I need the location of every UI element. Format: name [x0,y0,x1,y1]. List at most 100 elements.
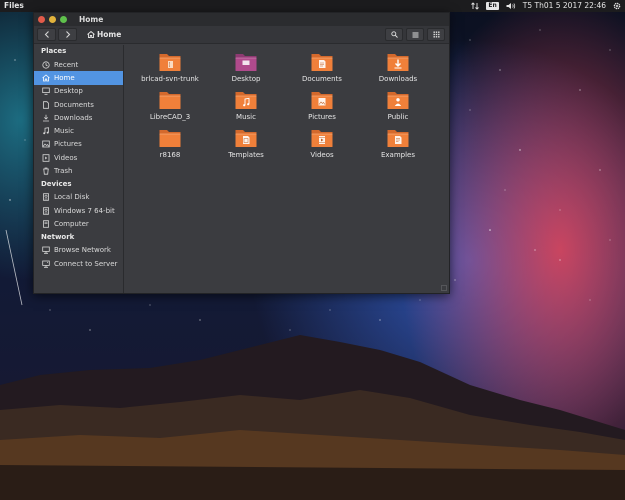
window-body: Places Recent Home Desktop Documents Downloa… [34,45,449,293]
sidebar-item-label: Pictures [54,140,82,149]
sidebar-item-music[interactable]: Music [34,124,123,137]
keyboard-layout-indicator[interactable]: En [486,0,499,12]
sidebar-item-label: Browse Network [54,246,111,255]
chevron-left-icon [44,31,49,38]
file-label: Music [236,113,256,121]
network-icon [42,246,50,254]
file-item-music[interactable]: Music [208,89,284,127]
sidebar-item-label: Downloads [54,113,93,122]
sidebar-item-pictures[interactable]: Pictures [34,138,123,151]
file-label: Templates [228,151,264,159]
sidebar-item-label: Windows 7 64-bit [54,206,115,215]
menu-button[interactable] [406,28,424,41]
sidebar-item-label: Trash [54,167,73,176]
sidebar: Places Recent Home Desktop Documents Downloa… [34,45,124,293]
sidebar-item-local-disk[interactable]: Local Disk [34,191,123,204]
sidebar-item-windows-7-64-bit[interactable]: Windows 7 64-bit [34,204,123,217]
clock[interactable]: T5 Th01 5 2017 22:46 [523,0,606,12]
sidebar-item-trash[interactable]: Trash [34,164,123,177]
file-label: Documents [302,75,342,83]
file-view[interactable]: brlcad-svn-trunk Desktop Documents Download… [124,45,449,293]
window-maximize-button[interactable] [60,16,67,23]
sidebar-item-label: Local Disk [54,193,90,202]
path-label: Home [97,30,122,39]
sidebar-item-home[interactable]: Home [34,71,123,85]
mountain-range [0,335,625,500]
network-arrows-icon[interactable] [471,0,480,12]
sidebar-item-label: Connect to Server [54,259,118,268]
sidebar-item-label: Music [54,127,74,136]
path-bar-home-button[interactable]: Home [87,30,121,39]
sidebar-item-connect-to-server[interactable]: Connect to Server [34,257,123,270]
window-minimize-button[interactable] [49,16,56,23]
devices-list: Local Disk Windows 7 64-bit Computer [34,191,123,231]
document-icon [42,100,50,109]
folder-templates-icon [234,127,258,149]
sidebar-item-documents[interactable]: Documents [34,98,123,111]
file-item-documents[interactable]: Documents [284,51,360,89]
sidebar-item-label: Documents [54,100,94,109]
file-label: brlcad-svn-trunk [141,75,199,83]
disk-icon [42,193,50,202]
folder-public-icon [386,89,410,111]
sidebar-item-recent[interactable]: Recent [34,58,123,71]
chevron-right-icon [65,31,70,38]
desktop-icon [42,87,50,95]
sidebar-item-desktop[interactable]: Desktop [34,85,123,98]
window-close-button[interactable] [38,16,45,23]
home-icon [42,74,50,82]
file-item-templates[interactable]: Templates [208,127,284,165]
file-label: Pictures [308,113,336,121]
computer-icon [42,220,50,228]
sidebar-item-browse-network[interactable]: Browse Network [34,244,123,257]
server-icon [42,260,50,268]
volume-icon[interactable] [506,0,516,12]
sidebar-item-label: Computer [54,219,89,228]
folder-music-icon [234,89,258,111]
file-item-pictures[interactable]: Pictures [284,89,360,127]
folder-videos-icon [310,127,334,149]
back-button[interactable] [37,28,56,41]
file-grid: brlcad-svn-trunk Desktop Documents Download… [132,51,436,165]
places-list: Recent Home Desktop Documents Downloads Music… [34,58,123,178]
file-item-public[interactable]: Public [360,89,436,127]
window-titlebar[interactable]: Home [34,13,449,26]
hamburger-icon [412,32,418,37]
folder-icon [158,127,182,149]
search-button[interactable] [385,28,403,41]
file-label: r8168 [159,151,181,159]
file-item-downloads[interactable]: Downloads [360,51,436,89]
file-label: Public [387,113,409,121]
video-icon [42,154,50,162]
resize-grip[interactable] [441,285,447,291]
sidebar-item-label: Videos [54,153,78,162]
file-item-brlcad-svn-trunk[interactable]: brlcad-svn-trunk [132,51,208,89]
sidebar-item-computer[interactable]: Computer [34,217,123,230]
file-item-librecad-3[interactable]: LibreCAD_3 [132,89,208,127]
clock-icon [42,61,50,69]
folder-examples-icon [386,127,410,149]
file-item-desktop[interactable]: Desktop [208,51,284,89]
app-menu-title[interactable]: Files [0,0,24,12]
file-label: Videos [310,151,334,159]
file-label: Examples [380,151,415,159]
gear-icon[interactable] [613,0,621,12]
header-toolbar: Home [34,26,449,44]
file-item-r8168[interactable]: r8168 [132,127,208,165]
file-item-examples[interactable]: Examples [360,127,436,165]
toolbar-actions [385,28,445,41]
folder-desktop-icon [234,51,258,73]
forward-button[interactable] [58,28,77,41]
file-label: Downloads [378,75,418,83]
disk-icon [42,206,50,215]
files-window: Home Home Places Recent Home Desktop Doc… [33,12,450,294]
sidebar-header-places: Places [41,47,67,55]
sidebar-item-downloads[interactable]: Downloads [34,111,123,124]
view-mode-button[interactable] [427,28,445,41]
file-item-videos[interactable]: Videos [284,127,360,165]
sidebar-item-videos[interactable]: Videos [34,151,123,164]
download-icon [42,114,50,122]
music-icon [42,127,50,135]
top-panel: Files En T5 Th01 5 2017 22:46 [0,0,625,12]
trash-icon [42,167,50,175]
